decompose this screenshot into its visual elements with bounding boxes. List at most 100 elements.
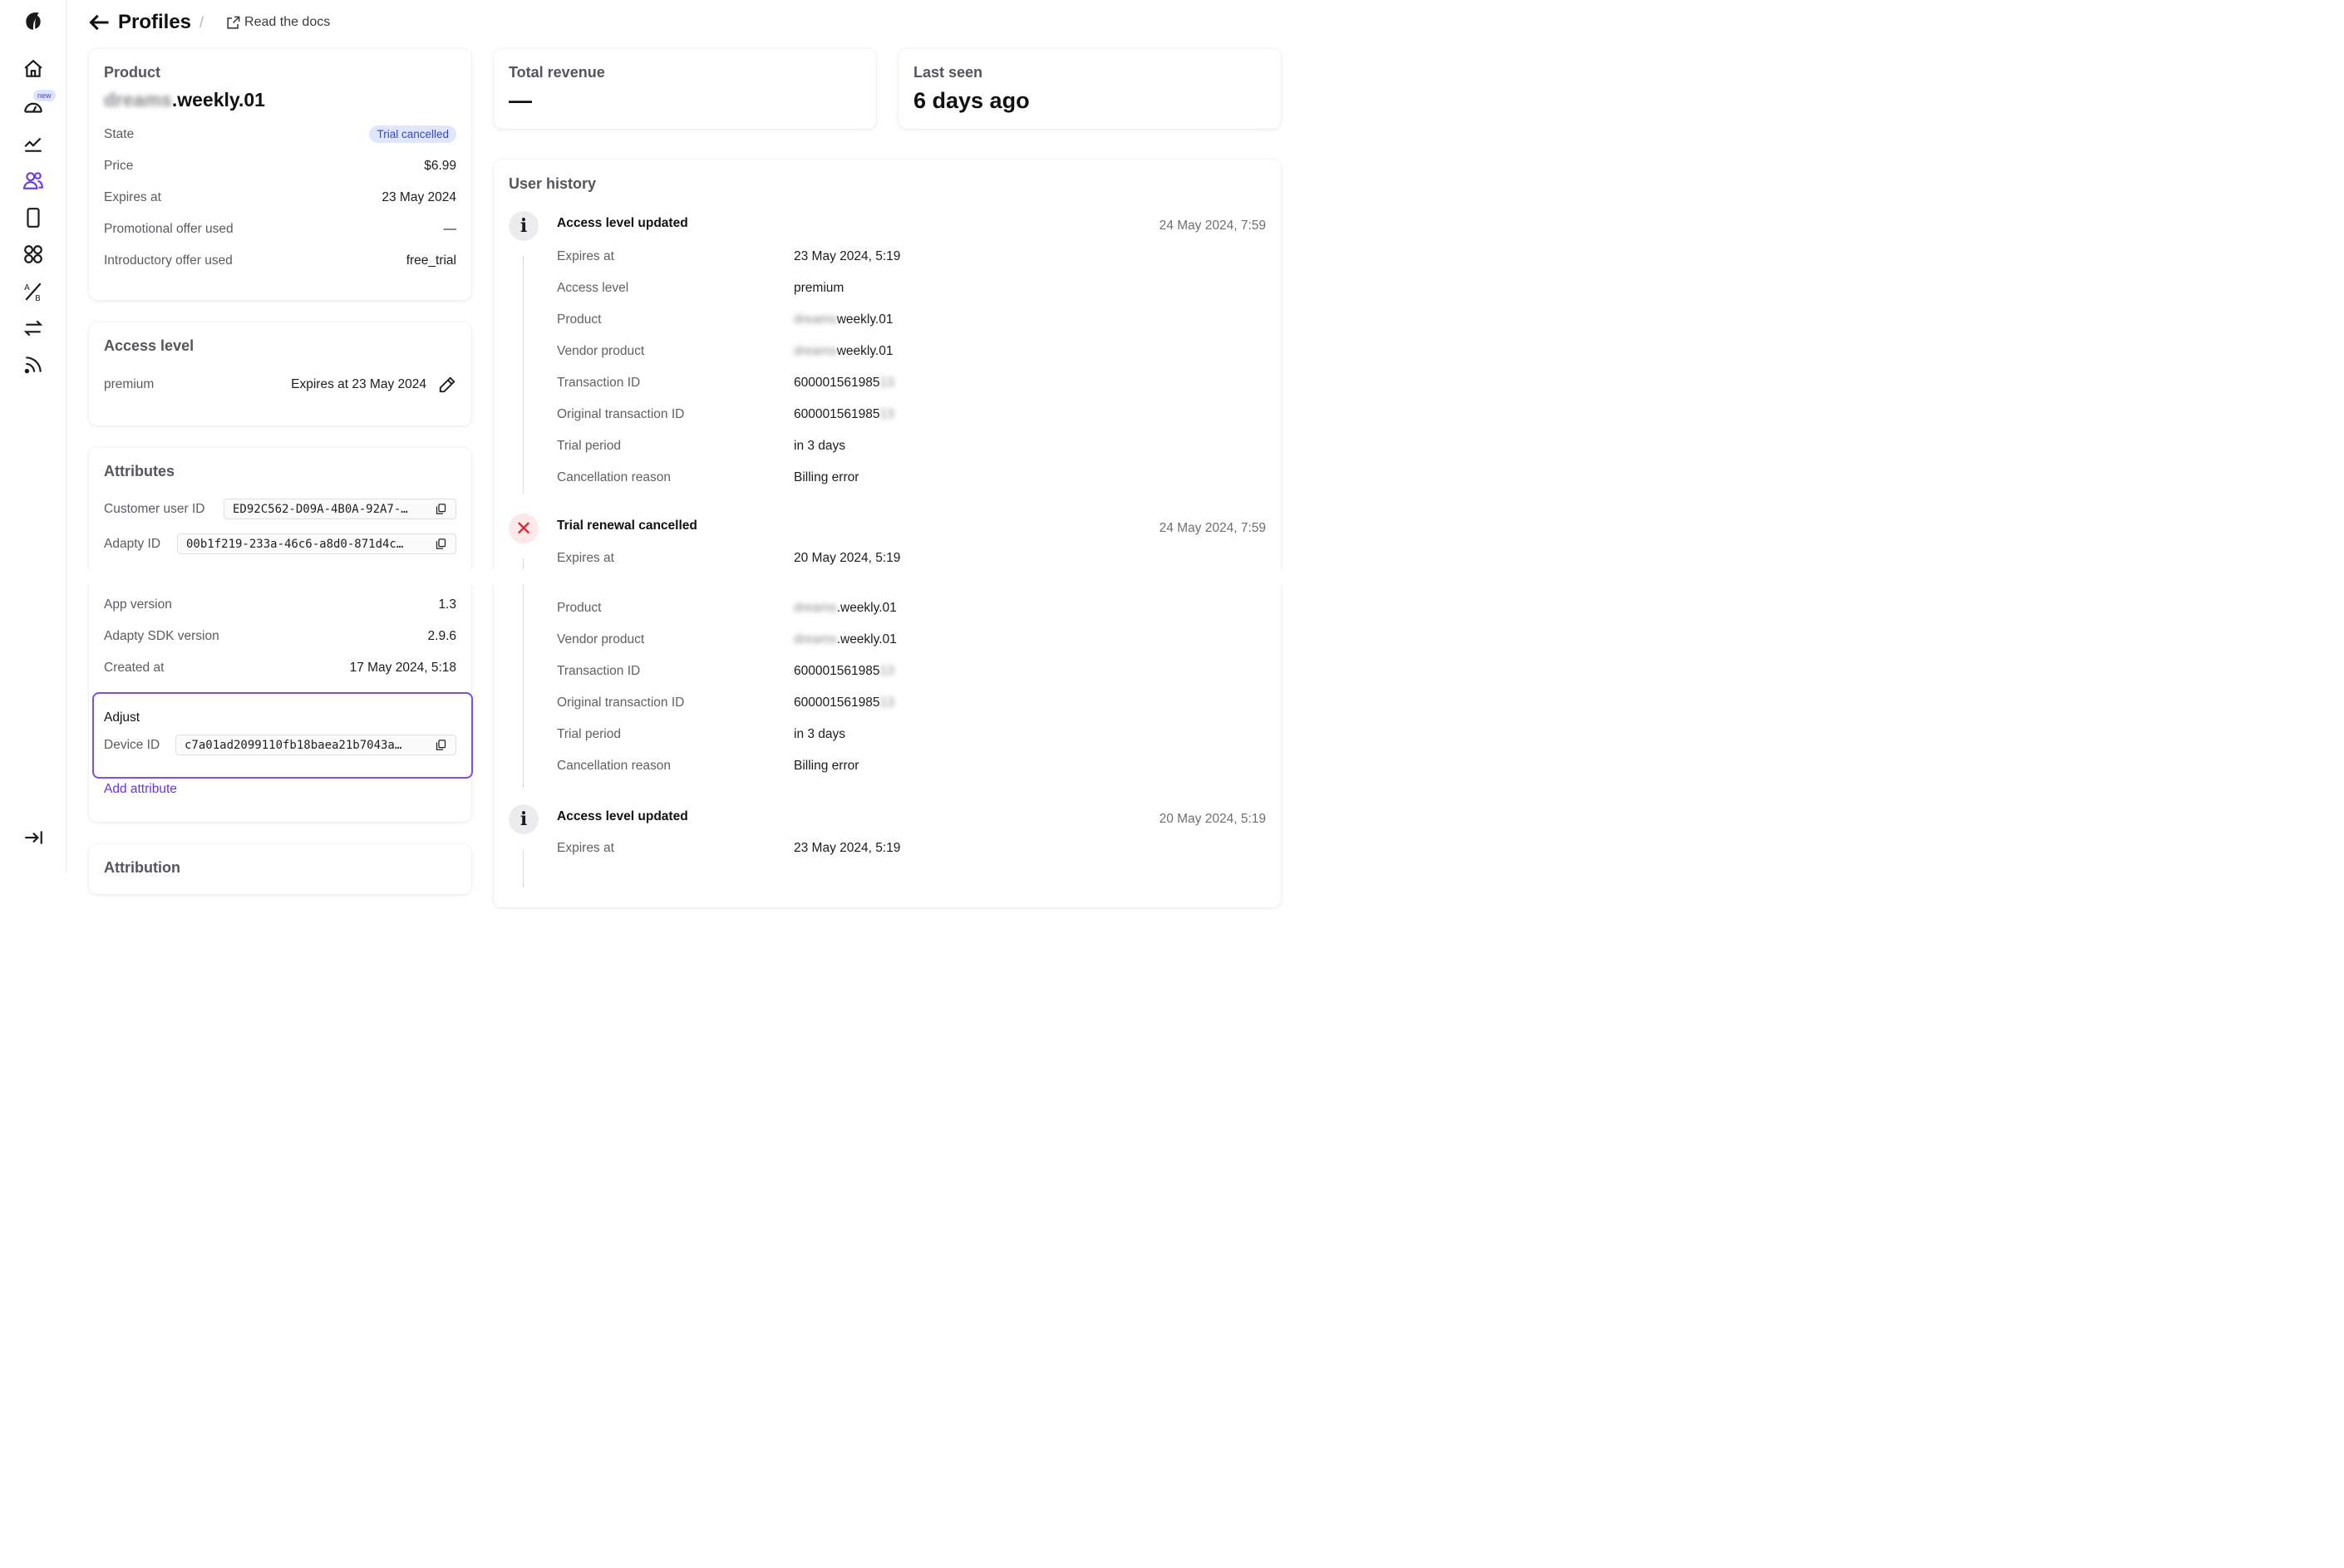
customer-user-id-field[interactable]: ED92C562-D09A-4B0A-92A7-… (224, 499, 456, 519)
history-row-value: 20 May 2024, 5:19 (794, 551, 901, 565)
access-level-title: Access level (104, 337, 195, 354)
redacted-suffix: 13 (879, 664, 894, 678)
history-row-key: Original transaction ID (557, 696, 685, 710)
adapty-id-field[interactable]: 00b1f219-233a-46c6-a8d0-871d4c… (177, 533, 456, 554)
user-history-title: User history (509, 175, 597, 192)
event-title: Access level updated (557, 216, 688, 230)
value-text: 600001561985 (794, 407, 880, 421)
history-row-key: Cancellation reason (557, 470, 672, 484)
access-level-expires: Expires at 23 May 2024 (291, 377, 426, 391)
swap-arrows-icon[interactable] (18, 313, 48, 343)
copy-icon[interactable] (435, 739, 447, 751)
attribution-card: Attribution (89, 844, 471, 894)
event-title: Access level updated (557, 809, 688, 823)
created-at-label: Created at (104, 661, 165, 675)
value-text: weekly.01 (836, 344, 894, 358)
attribution-title: Attribution (104, 859, 180, 876)
history-row-value: 60000156198513 (794, 664, 894, 679)
svg-text:A: A (24, 283, 30, 292)
history-row-key: Transaction ID (557, 376, 641, 390)
history-event[interactable]: ✕ Trial renewal cancelled 24 May 2024, 7… (509, 514, 1266, 788)
history-row: Expires at 23 May 2024, 5:19 (557, 841, 1266, 861)
status-badge: Trial cancelled (369, 125, 456, 143)
history-row-value: 60000156198513 (794, 407, 894, 422)
home-icon[interactable] (18, 54, 48, 84)
edit-pencil-icon[interactable] (438, 376, 456, 394)
history-row: Transaction ID 60000156198513 (557, 376, 1266, 396)
history-row-value: Billing error (794, 470, 859, 484)
event-title: Trial renewal cancelled (557, 519, 697, 533)
product-card: Product dreams.weekly.01 State Trial can… (89, 49, 471, 300)
device-id-row: Device ID c7a01ad2099110fb18baea21b7043a… (104, 735, 456, 755)
history-row: Expires at 23 May 2024, 5:19 (557, 249, 1266, 269)
state-label: State (104, 126, 135, 141)
phone-icon[interactable] (18, 203, 48, 233)
info-icon: i (509, 804, 539, 834)
history-row: Trial period in 3 days (557, 439, 1266, 459)
redacted-suffix: 13 (879, 376, 894, 390)
promo-row: Promotional offer used — (104, 222, 456, 237)
history-row: Access level premium (557, 281, 1266, 301)
product-label: Product (104, 64, 161, 81)
redacted-prefix: dreams (794, 601, 837, 615)
history-row-value: 23 May 2024, 5:19 (794, 841, 901, 855)
value-text: weekly.01 (836, 312, 894, 327)
customer-user-id-row: Customer user ID ED92C562-D09A-4B0A-92A7… (104, 499, 456, 519)
external-link-icon (227, 16, 240, 29)
history-row-value: Billing error (794, 759, 859, 773)
history-row-value: dreams.weekly.01 (794, 601, 897, 616)
access-level-card: Access level premium Expires at 23 May 2… (89, 322, 471, 425)
history-row-value: premium (794, 281, 845, 295)
history-row: Cancellation reason Billing error (557, 759, 1266, 779)
back-arrow-icon[interactable] (88, 11, 111, 34)
history-row: Vendor product dreams.weekly.01 (557, 632, 1266, 652)
history-row-key: Access level (557, 281, 629, 295)
state-row: State Trial cancelled (104, 125, 456, 143)
total-revenue-card: Total revenue — (494, 49, 876, 129)
user-history-card: User history i Access level updated 24 M… (494, 160, 1281, 907)
access-level-row: premium Expires at 23 May 2024 (104, 376, 456, 394)
expires-label: Expires at (104, 190, 161, 204)
history-row-value: in 3 days (794, 439, 846, 453)
history-event[interactable]: i Access level updated 24 May 2024, 7:59… (509, 211, 1266, 494)
history-row-key: Product (557, 312, 602, 327)
event-time: 20 May 2024, 5:19 (1159, 812, 1266, 826)
value-text: .weekly.01 (836, 632, 897, 646)
product-name: dreams.weekly.01 (104, 89, 265, 111)
read-docs-link[interactable]: Read the docs (225, 15, 330, 31)
history-row-key: Cancellation reason (557, 759, 672, 773)
logo-icon[interactable] (18, 7, 48, 37)
history-event[interactable]: i Access level updated 20 May 2024, 5:19… (509, 804, 1266, 887)
rss-icon[interactable] (18, 350, 48, 380)
device-id-label: Device ID (104, 737, 160, 752)
copy-icon[interactable] (435, 538, 447, 550)
history-row-key: Expires at (557, 551, 614, 565)
chart-line-icon[interactable] (18, 129, 48, 159)
page-header: Profiles / Read the docs (88, 8, 330, 37)
copy-icon[interactable] (435, 503, 447, 515)
ab-test-icon[interactable]: AB (18, 277, 48, 307)
apps-grid-icon[interactable] (18, 239, 48, 269)
close-x-icon: ✕ (509, 514, 539, 543)
redacted-prefix: dreams (794, 312, 837, 327)
total-revenue-value: — (509, 87, 532, 113)
adapty-id-row: Adapty ID 00b1f219-233a-46c6-a8d0-871d4c… (104, 533, 456, 554)
value-text: 600001561985 (794, 664, 880, 678)
sdk-version-label: Adapty SDK version (104, 629, 219, 643)
sdk-version-row: Adapty SDK version 2.9.6 (104, 629, 456, 644)
history-row: Transaction ID 60000156198513 (557, 664, 1266, 684)
value-text: 600001561985 (794, 696, 880, 710)
expires-value: 23 May 2024 (382, 190, 456, 204)
adapty-id-label: Adapty ID (104, 536, 161, 551)
history-row-value: in 3 days (794, 727, 846, 741)
app-version-row: App version 1.3 (104, 597, 456, 612)
add-attribute-link[interactable]: Add attribute (104, 782, 177, 797)
history-row-key: Vendor product (557, 344, 645, 358)
intro-label: Introductory offer used (104, 253, 233, 268)
created-at-value: 17 May 2024, 5:18 (349, 661, 456, 675)
users-icon[interactable] (18, 165, 48, 195)
history-row: Trial period in 3 days (557, 727, 1266, 747)
collapse-sidebar-icon[interactable] (18, 823, 48, 853)
intro-row: Introductory offer used free_trial (104, 253, 456, 268)
device-id-field[interactable]: c7a01ad2099110fb18baea21b7043a… (175, 735, 456, 755)
